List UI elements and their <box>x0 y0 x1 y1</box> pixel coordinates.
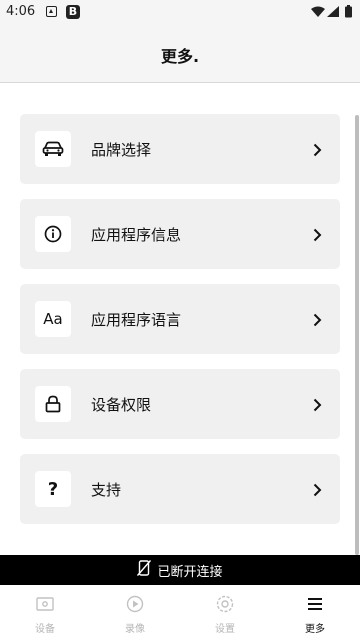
disconnected-banner: 已断开连接 <box>0 555 360 585</box>
scrollbar[interactable] <box>355 115 359 555</box>
menu-icon <box>306 595 324 613</box>
app-header: 更多. <box>0 24 360 83</box>
more-menu: 品牌选择 应用程序信息 Aa 应用程序语言 设备权限 ? 支持 <box>0 83 360 555</box>
nav-label: 设备 <box>35 624 55 635</box>
play-icon <box>126 595 144 613</box>
status-bar: 4:06 B <box>0 0 360 24</box>
menu-item-device-permissions[interactable]: 设备权限 <box>20 369 340 439</box>
notification-badge: B <box>66 5 80 19</box>
nav-item-devices[interactable]: 设备 <box>0 585 90 639</box>
chevron-right-icon <box>313 482 322 501</box>
status-right <box>310 5 354 19</box>
wifi-icon <box>311 6 325 17</box>
bottom-nav: 设备 录像 设置 更多 <box>0 585 360 639</box>
nav-item-more[interactable]: 更多 <box>270 585 360 639</box>
menu-label: 应用程序信息 <box>91 226 182 244</box>
page-title: 更多. <box>160 47 200 66</box>
menu-label: 应用程序语言 <box>91 311 182 329</box>
menu-item-app-language[interactable]: Aa 应用程序语言 <box>20 284 340 354</box>
nav-label: 更多 <box>305 624 325 635</box>
chevron-right-icon <box>313 397 322 416</box>
battery-icon <box>345 5 352 18</box>
car-icon <box>35 131 71 167</box>
gear-icon <box>216 595 234 613</box>
menu-label: 支持 <box>91 481 122 499</box>
menu-item-brand-selection[interactable]: 品牌选择 <box>20 114 340 184</box>
banner-text: 已断开连接 <box>157 564 223 580</box>
nav-item-settings[interactable]: 设置 <box>180 585 270 639</box>
menu-label: 设备权限 <box>91 396 152 414</box>
help-icon: ? <box>35 471 71 507</box>
lock-icon <box>35 386 71 422</box>
nav-item-recordings[interactable]: 录像 <box>90 585 180 639</box>
font-icon: Aa <box>35 301 71 337</box>
font-icon-text: Aa <box>43 310 63 328</box>
nav-label: 设置 <box>215 624 235 635</box>
chevron-right-icon <box>313 227 322 246</box>
status-time: 4:06 <box>6 4 36 19</box>
chevron-right-icon <box>313 142 322 161</box>
info-icon <box>35 216 71 252</box>
help-icon-text: ? <box>47 478 59 500</box>
chevron-right-icon <box>313 312 322 331</box>
nav-label: 录像 <box>125 624 145 635</box>
menu-item-support[interactable]: ? 支持 <box>20 454 340 524</box>
no-phone-icon <box>137 560 152 580</box>
signal-icon <box>327 6 339 17</box>
device-icon <box>36 595 54 613</box>
notification-icon <box>46 6 57 17</box>
menu-label: 品牌选择 <box>91 141 152 159</box>
menu-item-app-info[interactable]: 应用程序信息 <box>20 199 340 269</box>
